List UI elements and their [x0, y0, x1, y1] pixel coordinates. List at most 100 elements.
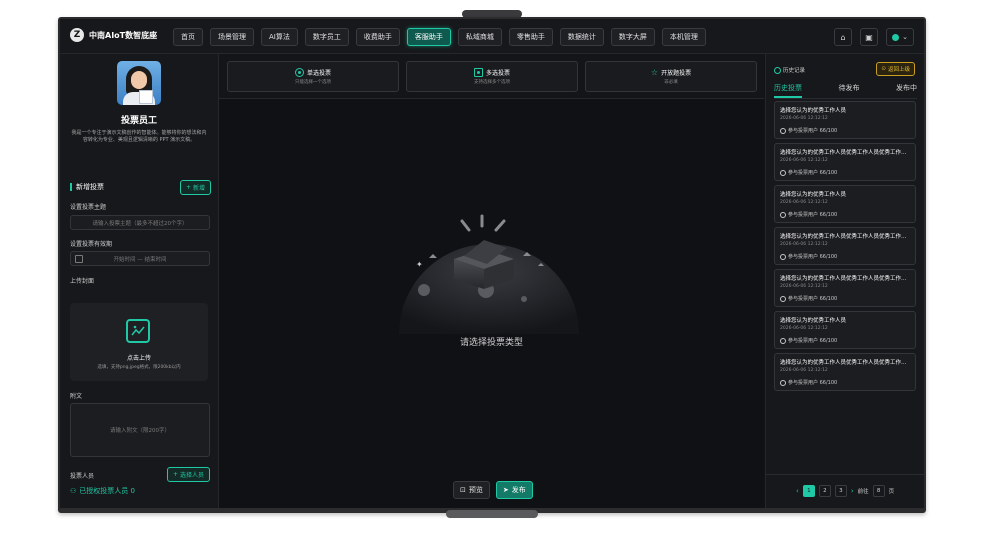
nav-private-mall[interactable]: 私域商城: [457, 28, 502, 46]
back-label: 返回上级: [887, 67, 910, 73]
history-item-participants: 参与投票用户 66/100: [788, 212, 838, 218]
page-1[interactable]: 1: [802, 485, 815, 497]
history-item-participants: 参与投票用户 66/100: [788, 338, 838, 344]
svg-text:✦: ✦: [416, 260, 423, 269]
history-item-title: 选择您认为的优秀工作人员优秀工作人员优秀工作人员: [780, 234, 910, 240]
person-icon: [780, 337, 786, 344]
nav-billing-assistant[interactable]: 收费助手: [355, 28, 400, 46]
history-item-title: 选择您认为的优秀工作人员: [780, 192, 847, 198]
history-item[interactable]: 选择您认为的优秀工作人员优秀工作人员优秀工作人员 2026-06-06 12:1…: [774, 143, 916, 181]
checkbox-icon: [473, 68, 483, 77]
publish-button[interactable]: ➤ 发布: [495, 481, 533, 499]
page-3[interactable]: 3: [834, 485, 847, 497]
history-item[interactable]: 选择您认为的优秀工作人员 2026-06-06 12:12:12 参与投票用户 …: [774, 101, 916, 139]
history-item[interactable]: 选择您认为的优秀工作人员优秀工作人员优秀工作人员 2026-06-06 12:1…: [774, 227, 916, 265]
add-button[interactable]: + 新增: [180, 180, 212, 195]
user-menu[interactable]: ⌄: [886, 28, 914, 46]
vote-type-bar: 单选投票 只能选择一个选项 多选投票 支持选择多个选项 ☆ 开放题投票 非必填: [219, 54, 764, 99]
topic-placeholder: 请输入投票主题（最多不超过20个字）: [92, 220, 188, 227]
tv-stand: [446, 510, 538, 518]
person-icon: [780, 127, 786, 134]
history-item[interactable]: 选择您认为的优秀工作人员 2026-06-06 12:12:12 参与投票用户 …: [774, 311, 916, 349]
screen: Z 中南AIoT数智底座 首页 场景管理 AI算法 数字员工 收费助手 客服助手…: [60, 19, 924, 508]
empty-state-illustration: ✦: [399, 214, 579, 334]
left-panel: 投票员工 我是一个专注于演示文稿创作的智能体。能够将你的想法和内容转化为专业、美…: [60, 54, 219, 508]
validity-placeholder: 开始时间 — 结束时间: [113, 256, 167, 263]
vote-type-title: 开放题投票: [661, 70, 692, 77]
nav-retail-assistant[interactable]: 零售助手: [508, 28, 553, 46]
validity-label: 设置投票有效期: [70, 241, 113, 248]
history-item-title: 选择您认为的优秀工作人员: [780, 108, 847, 114]
right-panel: 历史记录 ⊙ 返回上级 历史投票 待发布 发布中 选择您认为的优秀工作人员 20…: [765, 54, 924, 508]
chevron-down-icon: ⌄: [902, 33, 908, 41]
person-icon: [780, 169, 786, 176]
goto-page-input[interactable]: 8: [872, 485, 885, 497]
logo-icon: Z: [70, 28, 84, 42]
history-item-participants: 参与投票用户 66/100: [788, 254, 838, 260]
plus-icon: +: [186, 184, 192, 191]
vote-type-multiple[interactable]: 多选投票 支持选择多个选项: [406, 61, 578, 92]
upload-hint: 选填，支持png,jpeg格式，限200kb以内: [97, 365, 181, 370]
section-title: 新增投票: [70, 182, 104, 192]
topic-label: 设置投票主题: [70, 204, 107, 211]
validity-date-range[interactable]: 开始时间 — 结束时间: [70, 251, 210, 266]
page-2[interactable]: 2: [818, 485, 831, 497]
history-label: 历史记录: [774, 66, 805, 74]
attachment-label: 附文: [70, 393, 83, 400]
tab-publishing[interactable]: 发布中: [896, 83, 917, 98]
vote-type-subtitle: 只能选择一个选项: [295, 80, 331, 85]
nav-local-management[interactable]: 本机管理: [661, 28, 706, 46]
vote-type-subtitle: 支持选择多个选项: [474, 80, 510, 85]
authorized-voters[interactable]: ⚇ 已授权投票人员 0: [70, 486, 135, 496]
person-icon: [780, 295, 786, 302]
chevron-left-icon[interactable]: ‹: [796, 487, 799, 495]
nav-home[interactable]: 首页: [173, 28, 203, 46]
main-nav: 首页 场景管理 AI算法 数字员工 收费助手 客服助手 私域商城 零售助手 数据…: [173, 28, 706, 46]
user-icon: [892, 33, 900, 41]
history-tabs: 历史投票 待发布 发布中: [774, 83, 917, 98]
history-item-date: 2026-06-06 12:12:12: [780, 158, 828, 163]
vote-type-title: 多选投票: [485, 70, 510, 77]
tab-history-votes[interactable]: 历史投票: [774, 83, 802, 98]
avatar: [117, 61, 161, 105]
nav-digital-employee[interactable]: 数字员工: [304, 28, 349, 46]
vote-type-open[interactable]: ☆ 开放题投票 非必填: [585, 61, 757, 92]
preview-button[interactable]: ⊡ 预览: [453, 481, 490, 499]
nav-digital-screen[interactable]: 数字大屏: [610, 28, 655, 46]
tab-pending[interactable]: 待发布: [839, 83, 860, 98]
goto-suffix: 页: [888, 489, 895, 495]
screen-icon[interactable]: ▣: [860, 28, 878, 46]
back-icon: ⊙: [881, 66, 886, 72]
nav-customer-service[interactable]: 客服助手: [406, 28, 451, 46]
select-voters-label: 选择人员: [180, 472, 205, 479]
person-icon: [780, 211, 786, 218]
back-button[interactable]: ⊙ 返回上级: [876, 62, 915, 76]
topic-input[interactable]: 请输入投票主题（最多不超过20个字）: [70, 215, 210, 230]
app-logo[interactable]: Z 中南AIoT数智底座: [70, 28, 157, 42]
empty-state-text: 请选择投票类型: [459, 338, 523, 348]
history-item-title: 选择您认为的优秀工作人员优秀工作人员优秀工作人员: [780, 150, 910, 156]
person-icon: ⚇: [70, 487, 77, 495]
tabs-divider: [774, 98, 917, 99]
attachment-placeholder: 请输入附文（限200字）: [110, 428, 170, 434]
nav-ai-algorithm[interactable]: AI算法: [261, 28, 298, 46]
history-item[interactable]: 选择您认为的优秀工作人员优秀工作人员优秀工作人员 2026-06-06 12:1…: [774, 353, 916, 391]
app-title: 中南AIoT数智底座: [89, 30, 158, 40]
cover-upload[interactable]: 点击上传 选填，支持png,jpeg格式，限200kb以内: [70, 303, 208, 381]
pagination: ‹ 1 2 3 › 前往 8 页: [796, 485, 894, 497]
nav-scene-management[interactable]: 场景管理: [210, 28, 254, 46]
attachment-textarea[interactable]: 请输入附文（限200字）: [70, 403, 210, 457]
history-item-title: 选择您认为的优秀工作人员优秀工作人员优秀工作人员: [780, 276, 910, 282]
history-item-date: 2026-06-06 12:12:12: [780, 368, 828, 373]
vote-type-single[interactable]: 单选投票 只能选择一个选项: [227, 61, 399, 92]
preview-icon: ⊡: [460, 486, 466, 494]
nav-data-statistics[interactable]: 数据统计: [559, 28, 604, 46]
history-item[interactable]: 选择您认为的优秀工作人员优秀工作人员优秀工作人员 2026-06-06 12:1…: [774, 269, 916, 307]
history-item[interactable]: 选择您认为的优秀工作人员 2026-06-06 12:12:12 参与投票用户 …: [774, 185, 916, 223]
select-voters-button[interactable]: + 选择人员: [167, 467, 211, 482]
image-upload-icon: [126, 319, 150, 343]
history-item-title: 选择您认为的优秀工作人员: [780, 318, 847, 324]
home-icon[interactable]: ⌂: [834, 28, 852, 46]
chevron-right-icon[interactable]: ›: [851, 487, 854, 495]
star-icon: ☆: [650, 68, 659, 77]
